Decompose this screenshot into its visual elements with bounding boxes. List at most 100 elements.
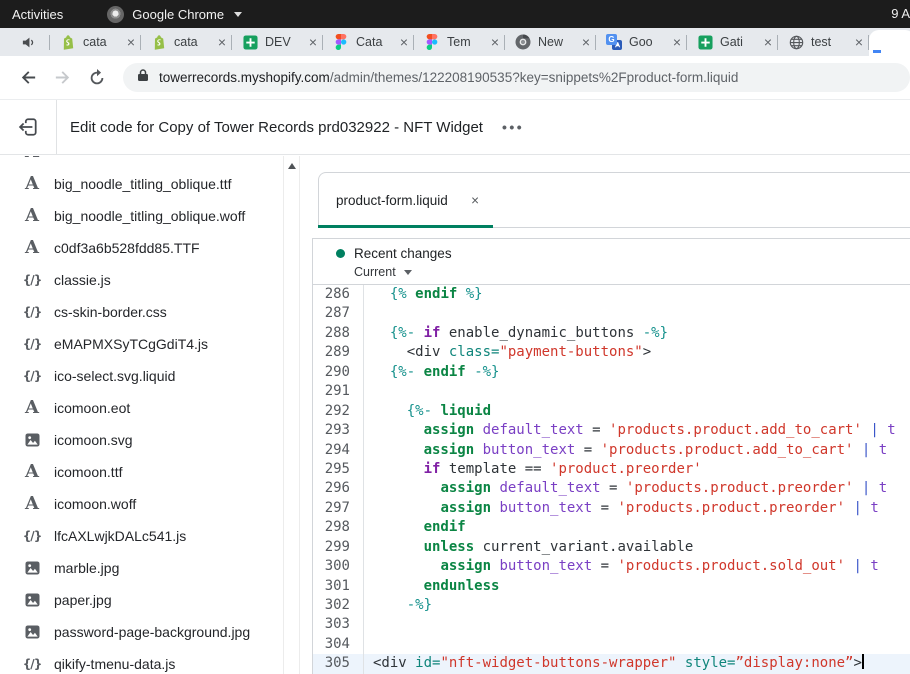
file-name: paper.jpg [54,592,112,608]
browser-tab[interactable]: Tem × [414,28,504,56]
file-item[interactable]: Ac0df3a6b528fdd85.TTF [0,232,283,264]
code-line: 291 [313,382,910,401]
editor-tab-close-icon[interactable]: × [471,193,479,208]
editor-tab-product-form[interactable]: product-form.liquid × [319,173,493,227]
browser-tab-active-partial[interactable] [869,30,910,56]
scroll-up-arrow-icon[interactable] [288,163,296,169]
browser-tab[interactable]: Cata× [323,28,413,56]
figma-icon [333,34,349,50]
sheet-icon [697,34,713,50]
more-actions-button[interactable]: ••• [502,119,524,135]
file-item[interactable]: {/}classie.js [0,264,283,296]
version-dropdown-label: Current [354,265,396,279]
file-item[interactable]: marble.jpg [0,552,283,584]
code-text: endif [364,518,910,537]
file-item[interactable]: icomoon.svg [0,424,283,456]
tab-label: New [538,35,575,49]
browser-tab[interactable]: DEV× [232,28,322,56]
file-item[interactable]: Aicomoon.eot [0,392,283,424]
os-top-bar: Activities Google Chrome 9 A [0,0,910,28]
file-item[interactable]: paper.jpg [0,584,283,616]
activities-button[interactable]: Activities [12,7,63,22]
browser-tab[interactable]: GGoo× [596,28,686,56]
line-number: 292 [313,402,364,421]
font-file-icon: A [22,156,42,161]
image-file-icon [22,433,42,447]
file-item[interactable]: {/}qikify-tmenu-data.js [0,648,283,674]
editor-tab-bar: product-form.liquid × [318,172,910,228]
tab-close-icon[interactable]: × [218,35,226,49]
file-sidebar: A Abig_noodle_titling_oblique.ttfAbig_noo… [0,156,283,674]
tab-close-icon[interactable]: × [127,35,135,49]
forward-button[interactable] [53,68,72,87]
url-bar[interactable]: towerrecords.myshopify.com/admin/themes/… [123,63,910,92]
file-item[interactable]: Abig_noodle_titling_oblique.ttf [0,168,283,200]
app-title-menu[interactable]: Google Chrome [107,6,242,23]
editor-tab-label: product-form.liquid [336,193,465,208]
tab-close-icon[interactable]: × [582,35,590,49]
code-line: 305<div id="nft-widget-buttons-wrapper" … [313,654,910,673]
code-line: 290 {%- endif -%} [313,363,910,382]
tab-close-icon[interactable]: × [764,35,772,49]
globe-icon [788,34,804,50]
browser-tab[interactable]: cata× [141,28,231,56]
file-name: big_noodle_titling_oblique.woff [54,208,245,224]
reload-button[interactable] [88,69,106,87]
sidebar-scrollbar[interactable] [283,156,300,674]
file-name: cs-skin-border.css [54,304,167,320]
code-line: 297 assign button_text = 'products.produ… [313,499,910,518]
tab-close-icon[interactable]: × [855,35,863,49]
tab-close-icon[interactable]: × [673,35,681,49]
line-number: 304 [313,635,364,654]
code-file-icon: {/} [22,530,42,542]
file-item[interactable]: {/} lfcAXLwjkDALc541.js [0,520,283,552]
code-text: assign default_text = 'products.product.… [364,421,910,440]
code-line: 288 {%- if enable_dynamic_buttons -%} [313,324,910,343]
file-item[interactable]: {/} ico-select.svg.liquid [0,360,283,392]
browser-tab[interactable]: New × [505,28,595,56]
file-item[interactable]: Aicomoon.ttf [0,456,283,488]
file-name: ico-select.svg.liquid [54,368,175,384]
file-item[interactable]: Aicomoon.woff [0,488,283,520]
file-name: lfcAXLwjkDALc541.js [54,528,186,544]
tab-label: Tem [447,35,484,49]
code-line: 302 -%} [313,596,910,615]
lock-icon[interactable] [137,68,149,87]
file-item[interactable]: Abig_noodle_titling_oblique.woff [0,200,283,232]
line-number: 302 [313,596,364,615]
exit-code-editor-button[interactable] [0,100,57,154]
file-name: icomoon.svg [54,432,133,448]
shopify-icon [151,34,167,50]
file-item[interactable]: {/}eMAPMXSyTCgGdiT4.js [0,328,283,360]
file-item[interactable]: password-page-background.jpg [0,616,283,648]
code-file-icon: {/} [22,370,42,382]
tab-close-icon[interactable]: × [491,35,499,49]
browser-toolbar: towerrecords.myshopify.com/admin/themes/… [0,56,910,100]
code-line: 289 <div class="payment-buttons"> [313,343,910,362]
code-editor[interactable]: 286 {% endif %}287288 {%- if enable_dyna… [312,285,910,674]
browser-tab[interactable]: cata× [50,28,140,56]
browser-tab[interactable]: Gati× [687,28,777,56]
file-name: icomoon.eot [54,400,130,416]
code-line: 299 unless current_variant.available [313,538,910,557]
page-header: Edit code for Copy of Tower Records prd0… [0,100,910,155]
code-line: 298 endif [313,518,910,537]
tab-close-icon[interactable]: × [400,35,408,49]
tab-close-icon[interactable]: × [309,35,317,49]
file-item[interactable]: {/}cs-skin-border.css [0,296,283,328]
browser-tab[interactable]: test× [778,28,868,56]
file-item-partial[interactable]: A [0,156,283,168]
code-line: 296 assign default_text = 'products.prod… [313,479,910,498]
version-dropdown[interactable]: Current [354,265,910,279]
code-line: 295 if template == 'product.preorder' [313,460,910,479]
code-line: 293 assign default_text = 'products.prod… [313,421,910,440]
file-name: eMAPMXSyTCgGdiT4.js [54,336,208,352]
app-title-label: Google Chrome [132,7,224,22]
text-cursor [862,654,864,669]
file-name: big_noodle_titling_oblique.ttf [54,176,231,192]
code-line: 294 assign button_text = 'products.produ… [313,441,910,460]
back-button[interactable] [19,68,38,87]
unsaved-changes-dot-icon [336,249,345,258]
chevron-down-icon [234,12,242,17]
code-text: <div class="payment-buttons"> [364,343,910,362]
